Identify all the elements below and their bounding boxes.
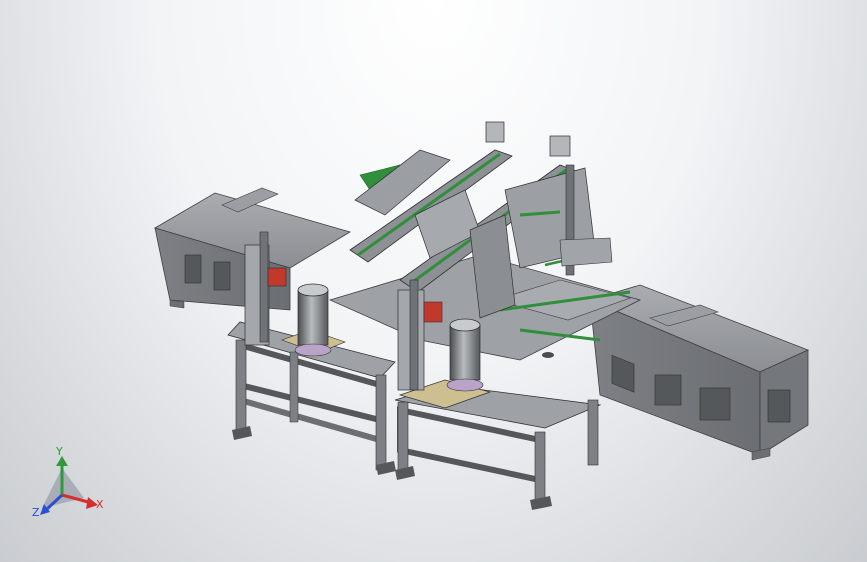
right-work-table [394,379,602,510]
rear-base-right [588,284,810,461]
left-cylinder-motor [294,283,332,357]
cad-viewport[interactable]: Y X Z [0,0,867,562]
assembly-model[interactable]: Y X Z [0,0,867,562]
coordinate-triad: Y X Z [32,445,104,519]
right-cylinder-motor [446,318,484,392]
y-axis-label: Y [55,445,63,458]
z-axis-label: Z [32,506,40,519]
x-axis-label: X [96,498,104,511]
